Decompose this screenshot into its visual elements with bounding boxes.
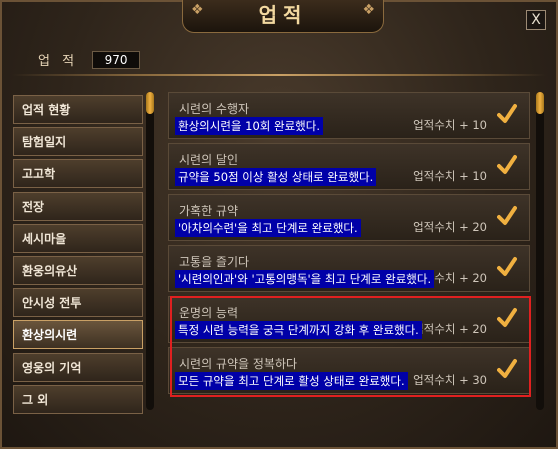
sidebar-item-active[interactable]: 환상의시련 bbox=[13, 320, 143, 350]
achievement-score: 업적수치 + 10 bbox=[413, 169, 487, 183]
achievement-title: 가혹한 규약 bbox=[179, 204, 239, 218]
window-title: 업적 bbox=[258, 3, 308, 27]
title-plate: ❖ 업적 ❖ bbox=[182, 0, 384, 33]
sidebar-item[interactable]: 세시마을 bbox=[13, 223, 143, 253]
sidebar-item[interactable]: 그 외 bbox=[13, 384, 143, 414]
scroll-thumb[interactable] bbox=[146, 92, 154, 114]
score-value: 970 bbox=[92, 50, 141, 69]
ornament-icon: ❖ bbox=[362, 2, 375, 18]
achievement-window: ❖ 업적 ❖ X 업 적 970 업적 현황 탐험일지 고고학 전장 세시마을 … bbox=[0, 0, 558, 449]
achievement-desc: 환상의시련을 10회 완료했다. bbox=[175, 117, 323, 135]
sidebar-scrollbar[interactable] bbox=[146, 92, 154, 410]
score-label: 업 적 bbox=[38, 54, 79, 69]
achievement-desc: 규약을 50점 이상 활성 상태로 완료했다. bbox=[175, 168, 377, 186]
achievement-item: 시련의 수행자 환상의시련을 10회 완료했다. 업적수치 + 10 bbox=[168, 92, 530, 139]
achievement-score: 업적수치 + 20 bbox=[413, 220, 487, 234]
sidebar-item[interactable]: 고고학 bbox=[13, 159, 143, 189]
check-icon bbox=[497, 257, 517, 276]
check-icon bbox=[497, 206, 517, 225]
achievement-item: 가혹한 규약 '아차의수련'을 최고 단계로 완료했다. 업적수치 + 20 bbox=[168, 194, 530, 241]
achievement-item: 시련의 달인 규약을 50점 이상 활성 상태로 완료했다. 업적수치 + 10 bbox=[168, 143, 530, 190]
achievement-title: 시련의 수행자 bbox=[179, 102, 250, 116]
achievement-score: 업적수치 + 10 bbox=[413, 118, 487, 132]
achievement-desc: '시련의인과'와 '고통의맹독'을 최고 단계로 완료했다. bbox=[175, 270, 435, 288]
list-scrollbar[interactable] bbox=[536, 92, 544, 410]
score-row: 업 적 970 bbox=[38, 50, 141, 69]
scroll-thumb[interactable] bbox=[536, 92, 544, 114]
check-icon bbox=[497, 155, 517, 174]
ornament-icon: ❖ bbox=[191, 2, 204, 18]
sidebar-item[interactable]: 업적 현황 bbox=[13, 95, 143, 124]
sidebar-item[interactable]: 환웅의유산 bbox=[13, 255, 143, 285]
sidebar-item[interactable]: 안시성 전투 bbox=[13, 288, 143, 318]
selection-highlight bbox=[170, 296, 531, 397]
sidebar-item[interactable]: 영웅의 기억 bbox=[13, 352, 143, 382]
achievement-title: 시련의 달인 bbox=[179, 153, 239, 167]
close-button[interactable]: X bbox=[526, 10, 546, 30]
achievement-item: 고통을 즐기다 업적수치 + 20 '시련의인과'와 '고통의맹독'을 최고 단… bbox=[168, 245, 530, 292]
check-icon bbox=[497, 104, 517, 123]
sidebar: 업적 현황 탐험일지 고고학 전장 세시마을 환웅의유산 안시성 전투 환상의시… bbox=[13, 95, 143, 417]
achievement-title: 고통을 즐기다 bbox=[179, 255, 250, 269]
sidebar-item[interactable]: 전장 bbox=[13, 191, 143, 221]
sidebar-item[interactable]: 탐험일지 bbox=[13, 127, 143, 157]
achievement-desc: '아차의수련'을 최고 단계로 완료했다. bbox=[175, 219, 361, 237]
separator bbox=[12, 74, 546, 76]
